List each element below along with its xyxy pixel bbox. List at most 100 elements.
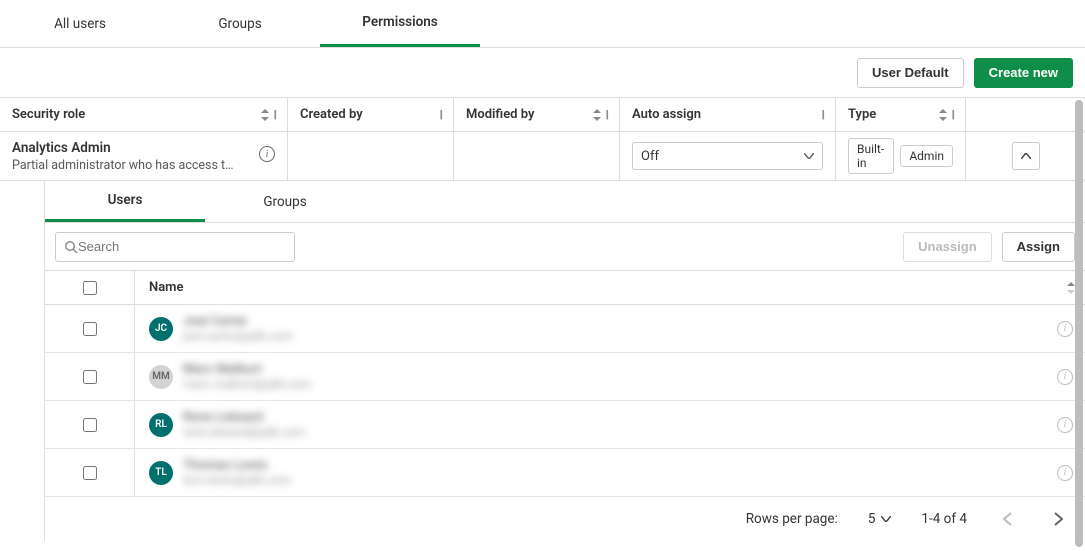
row-checkbox[interactable]: [83, 418, 97, 432]
user-email: joel.carter@qlik.com: [183, 329, 293, 343]
col-label: Auto assign: [632, 107, 701, 122]
role-detail-panel: Users Groups Unassign Assign Name JC: [44, 181, 1085, 541]
row-checkbox[interactable]: [83, 322, 97, 336]
user-name: Rene Lebeard: [183, 410, 305, 425]
tab-permissions[interactable]: Permissions: [320, 0, 480, 47]
select-all-checkbox[interactable]: [83, 281, 97, 295]
info-icon[interactable]: i: [1057, 321, 1073, 337]
column-resize-handle[interactable]: ||: [821, 108, 823, 121]
tab-all-users[interactable]: All users: [0, 0, 160, 47]
user-cell[interactable]: RL Rene Lebeard rene.lebeard@qlik.com: [135, 410, 1045, 439]
top-tabs: All users Groups Permissions: [0, 0, 1085, 48]
sort-icon[interactable]: ||: [261, 108, 275, 121]
info-icon[interactable]: i: [1057, 465, 1073, 481]
col-label: Modified by: [466, 107, 534, 122]
action-bar: User Default Create new: [0, 48, 1085, 98]
rows-per-page-label: Rows per page:: [746, 511, 838, 527]
avatar: TL: [149, 461, 173, 485]
user-name: Marc Malburt: [183, 362, 311, 377]
inner-tab-users[interactable]: Users: [45, 181, 205, 222]
col-label: Created by: [300, 107, 363, 122]
column-headers: Security role || Created by || Modified …: [0, 98, 1085, 132]
rows-per-page-select[interactable]: 5: [868, 511, 892, 527]
user-name: Joel Carter: [183, 314, 293, 329]
inner-tab-groups[interactable]: Groups: [205, 181, 365, 222]
row-checkbox[interactable]: [83, 370, 97, 384]
column-resize-handle[interactable]: ||: [439, 108, 441, 121]
user-cell[interactable]: TL Thomas Lewis tom.lewis@qlik.com: [135, 458, 1045, 487]
table-header: Name: [45, 271, 1085, 305]
created-by-cell: [288, 132, 454, 180]
table-row: TL Thomas Lewis tom.lewis@qlik.com i: [45, 449, 1085, 497]
chevron-down-icon: [804, 153, 814, 159]
info-icon[interactable]: i: [259, 146, 275, 162]
auto-assign-value: Off: [641, 149, 659, 164]
select-all-cell: [45, 271, 135, 304]
user-text: Marc Malburt marc.malburt@qlik.com: [183, 362, 311, 391]
search-icon: [64, 240, 78, 254]
next-page-button[interactable]: [1048, 512, 1069, 526]
col-label: Type: [848, 107, 876, 122]
col-modified-by[interactable]: Modified by ||: [454, 98, 620, 131]
tab-groups[interactable]: Groups: [160, 0, 320, 47]
user-email: rene.lebeard@qlik.com: [183, 425, 305, 439]
expand-cell: [966, 132, 1085, 180]
row-select-cell: [45, 353, 135, 400]
role-description: Partial administrator who has access t…: [12, 158, 234, 173]
role-name: Analytics Admin: [12, 140, 111, 156]
column-resize-handle[interactable]: ||: [605, 108, 607, 121]
user-cell[interactable]: MM Marc Malburt marc.malburt@qlik.com: [135, 362, 1045, 391]
sort-icon[interactable]: ||: [593, 108, 607, 121]
pager: Rows per page: 5 1-4 of 4: [45, 497, 1085, 541]
user-default-button[interactable]: User Default: [857, 58, 964, 88]
col-actions: [966, 98, 1085, 131]
unassign-button[interactable]: Unassign: [903, 232, 992, 262]
row-select-cell: [45, 401, 135, 448]
role-title-cell: Analytics Admin Partial administrator wh…: [0, 132, 288, 180]
page-range: 1-4 of 4: [921, 511, 967, 527]
role-row: Analytics Admin Partial administrator wh…: [0, 132, 1085, 181]
inner-tabs: Users Groups: [45, 181, 1085, 223]
col-auto-assign[interactable]: Auto assign ||: [620, 98, 836, 131]
avatar: RL: [149, 413, 173, 437]
chevron-up-icon: [1021, 153, 1031, 159]
user-text: Rene Lebeard rene.lebeard@qlik.com: [183, 410, 305, 439]
chevron-down-icon: [881, 516, 891, 522]
avatar: MM: [149, 365, 173, 389]
auto-assign-cell: Off: [620, 132, 836, 180]
col-created-by[interactable]: Created by ||: [288, 98, 454, 131]
user-text: Thomas Lewis tom.lewis@qlik.com: [183, 458, 291, 487]
user-cell[interactable]: JC Joel Carter joel.carter@qlik.com: [135, 314, 1045, 343]
search-input[interactable]: [78, 239, 286, 254]
type-cell: Built-in Admin: [836, 132, 966, 180]
scrollbar[interactable]: [1075, 100, 1083, 547]
sort-icon[interactable]: ||: [939, 108, 953, 121]
col-type[interactable]: Type ||: [836, 98, 966, 131]
type-chip: Admin: [900, 145, 953, 167]
collapse-button[interactable]: [1012, 142, 1040, 170]
user-email: marc.malburt@qlik.com: [183, 377, 311, 391]
avatar: JC: [149, 317, 173, 341]
type-chip: Built-in: [848, 138, 894, 174]
user-email: tom.lewis@qlik.com: [183, 473, 291, 487]
auto-assign-select[interactable]: Off: [632, 142, 823, 170]
table-row: MM Marc Malburt marc.malburt@qlik.com i: [45, 353, 1085, 401]
info-icon[interactable]: i: [1057, 417, 1073, 433]
prev-page-button[interactable]: [997, 512, 1018, 526]
inner-toolbar: Unassign Assign: [45, 223, 1085, 271]
assign-button[interactable]: Assign: [1002, 232, 1075, 262]
row-checkbox[interactable]: [83, 466, 97, 480]
row-select-cell: [45, 305, 135, 352]
user-text: Joel Carter joel.carter@qlik.com: [183, 314, 293, 343]
name-header[interactable]: Name: [135, 280, 1057, 295]
column-resize-handle[interactable]: ||: [951, 108, 953, 121]
info-icon[interactable]: i: [1057, 369, 1073, 385]
rows-per-page-value: 5: [868, 511, 876, 527]
search-box[interactable]: [55, 232, 295, 262]
user-name: Thomas Lewis: [183, 458, 291, 473]
column-resize-handle[interactable]: ||: [273, 108, 275, 121]
col-security-role[interactable]: Security role ||: [0, 98, 288, 131]
name-header-label: Name: [149, 280, 183, 295]
create-new-button[interactable]: Create new: [974, 58, 1073, 88]
col-label: Security role: [12, 107, 85, 122]
